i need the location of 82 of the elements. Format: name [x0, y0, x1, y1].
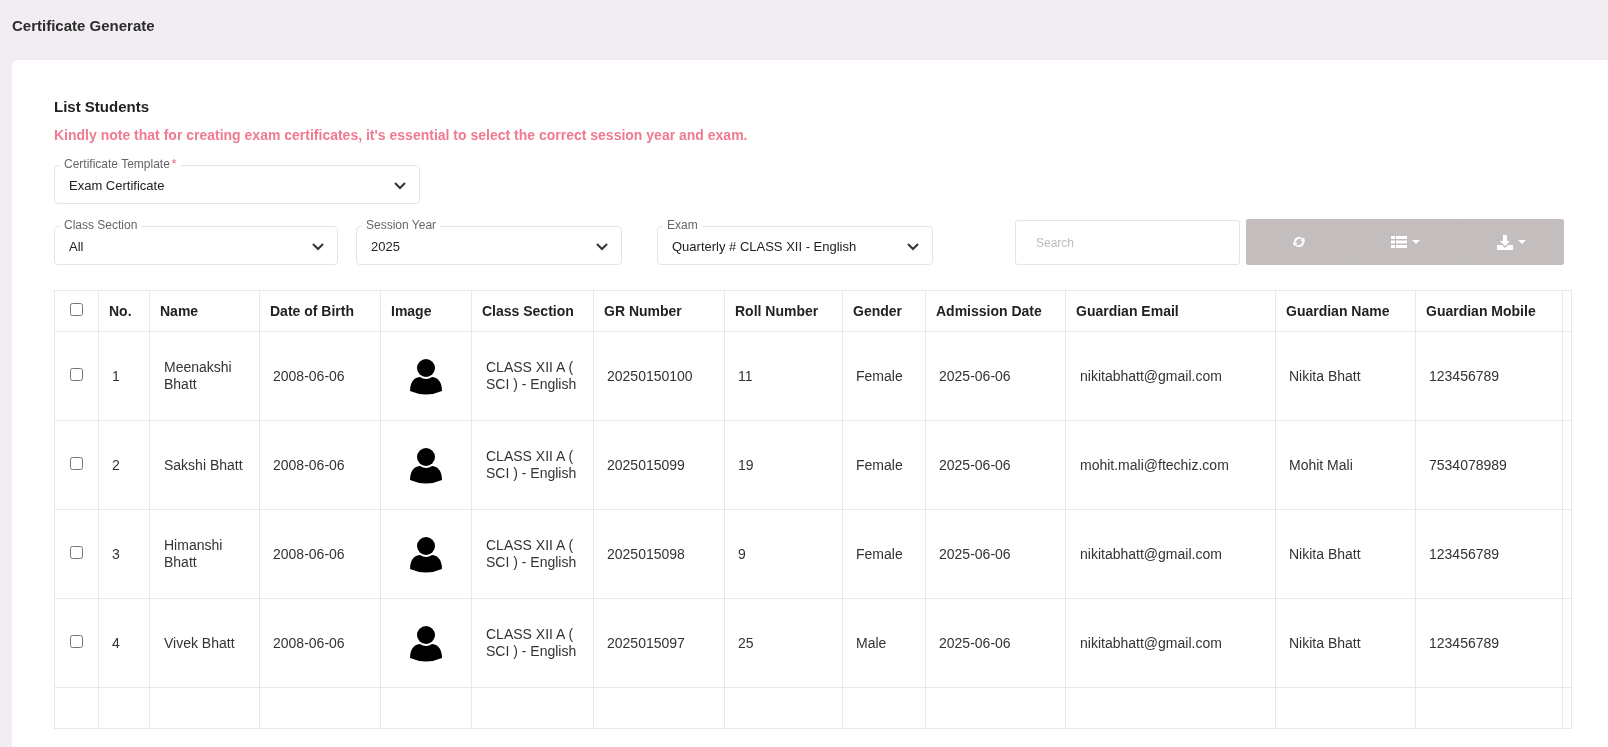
field-label: Exam	[663, 218, 702, 232]
table-cell: 1	[98, 331, 150, 421]
checkbox[interactable]	[70, 634, 83, 648]
table-cell: Himanshi Bhatt	[149, 509, 260, 599]
table-cell: 2	[98, 420, 150, 510]
column-header: Gender	[842, 290, 926, 332]
table-cell: Female	[842, 331, 926, 421]
avatar-icon	[410, 446, 442, 484]
table-cell: Meenakshi Bhatt	[149, 331, 260, 421]
table-cell: 123456789	[1415, 598, 1563, 688]
table-cell: Mohit Mali	[1275, 420, 1416, 510]
list-icon	[1390, 235, 1407, 249]
column-header: Roll Number	[724, 290, 843, 332]
column-header: Class Section	[471, 290, 594, 332]
table-cell: Nikita Bhatt	[1275, 509, 1416, 599]
table-cell: 2025015099	[593, 420, 725, 510]
required-mark: *	[171, 157, 178, 171]
caret-icon	[1411, 240, 1420, 244]
column-header: Guardian Mobile	[1415, 290, 1563, 332]
table-cell: 2025-06-06	[925, 420, 1066, 510]
dropdown-field[interactable]: Certificate Template * Exam Certificate	[54, 157, 420, 204]
table-cell: Sakshi Bhatt	[149, 420, 260, 510]
table-cell: 25	[724, 598, 843, 688]
table-cell: CLASS XII A ( SCI ) - English	[471, 509, 594, 599]
table-cell: Nikita Bhatt	[1275, 331, 1416, 421]
table-cell: Vivek Bhatt	[149, 598, 260, 688]
table-cell: CLASS XII A ( SCI ) - English	[471, 331, 594, 421]
dropdown-field[interactable]: Class Section All	[54, 218, 338, 265]
table-cell: 2008-06-06	[259, 509, 381, 599]
table-cell: 123456789	[1415, 509, 1563, 599]
table-cell: 20250150100	[593, 331, 725, 421]
column-header: Name	[149, 290, 260, 332]
page-title: Certificate Generate	[12, 16, 155, 34]
table-cell: CLASS XII A ( SCI ) - English	[471, 420, 594, 510]
dropdown-field[interactable]: Exam Quarterly # CLASS XII - English	[657, 218, 933, 265]
table-cell: nikitabhatt@gmail.com	[1065, 598, 1276, 688]
table-cell: 7534078989	[1415, 420, 1563, 510]
column-header: Date of Birth	[259, 290, 381, 332]
table-cell: Female	[842, 420, 926, 510]
notice-text: Kindly note that for creating exam certificates, it's essential to select the correct session year and exam.	[54, 127, 749, 143]
table-cell: mohit.mali@ftechiz.com	[1065, 420, 1276, 510]
table-cell: 2025-06-06	[925, 331, 1066, 421]
refresh-icon	[1291, 234, 1307, 250]
table-cell: 19	[724, 420, 843, 510]
table-cell: nikitabhatt@gmail.com	[1065, 509, 1276, 599]
table-cell: 2025015098	[593, 509, 725, 599]
avatar-icon	[410, 535, 442, 573]
dropdown-field[interactable]: Session Year 2025	[356, 218, 622, 265]
column-header: Image	[380, 290, 472, 332]
column-header: Guardian Name	[1275, 290, 1416, 332]
column-header: GR Number	[593, 290, 725, 332]
checkbox[interactable]	[70, 456, 83, 470]
table-cell: 3	[98, 509, 150, 599]
table-cell: 2025-06-06	[925, 598, 1066, 688]
table-cell: CLASS XII A ( SCI ) - English	[471, 598, 594, 688]
column-header: No.	[98, 290, 150, 332]
avatar-icon	[410, 357, 442, 395]
checkbox[interactable]	[70, 545, 83, 559]
caret-icon	[1517, 240, 1526, 244]
table-cell: 2008-06-06	[259, 331, 381, 421]
table-cell: 2025-06-06	[925, 509, 1066, 599]
section-title: List Students	[54, 98, 150, 115]
table-cell: 123456789	[1415, 331, 1563, 421]
field-label: Class Section	[60, 218, 142, 232]
table-cell: 11	[724, 331, 843, 421]
table-cell: Female	[842, 509, 926, 599]
column-header: Admission Date	[925, 290, 1066, 332]
field-label: Session Year	[362, 218, 441, 232]
search-field[interactable]: Search	[1015, 220, 1240, 265]
table-cell: 2025015097	[593, 598, 725, 688]
download-icon	[1496, 234, 1513, 250]
table-cell: nikitabhatt@gmail.com	[1065, 331, 1276, 421]
avatar-icon	[410, 624, 442, 662]
checkbox[interactable]	[70, 303, 83, 316]
table-cell: 4	[98, 598, 150, 688]
table-cell: 2008-06-06	[259, 420, 381, 510]
checkbox[interactable]	[70, 367, 83, 381]
table-cell: Male	[842, 598, 926, 688]
table-cell: 9	[724, 509, 843, 599]
table-cell: 2008-06-06	[259, 598, 381, 688]
table-cell: Nikita Bhatt	[1275, 598, 1416, 688]
column-header: Guardian Email	[1065, 290, 1276, 332]
